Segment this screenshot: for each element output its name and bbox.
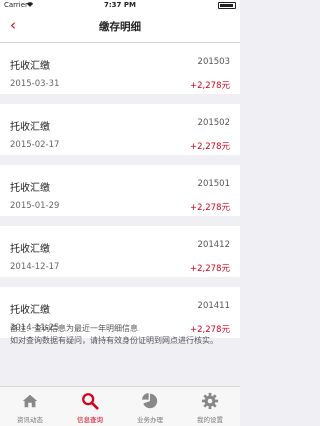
search-icon bbox=[82, 393, 99, 410]
tab-business[interactable]: 业务办理 bbox=[120, 387, 180, 426]
gear-icon bbox=[201, 392, 219, 410]
record-card[interactable]: 托收汇缴 201412 2014-12-17 +2,278元 bbox=[0, 226, 240, 277]
battery-icon bbox=[218, 2, 236, 9]
record-name: 托收汇缴 bbox=[10, 122, 50, 133]
record-name: 托收汇缴 bbox=[10, 244, 50, 255]
note-text: 备注：查询信息为最近一年明细信息 如对查询数据有疑问，请持有效身份证明到网点进行… bbox=[10, 324, 218, 345]
record-amount: +2,278元 bbox=[190, 81, 230, 91]
record-name: 托收汇缴 bbox=[10, 61, 50, 72]
record-period: 201412 bbox=[197, 240, 230, 250]
record-period: 201411 bbox=[197, 301, 230, 311]
record-name: 托收汇缴 bbox=[10, 305, 50, 316]
tab-label: 我的设置 bbox=[197, 416, 223, 424]
record-name: 托收汇缴 bbox=[10, 183, 50, 194]
record-amount: +2,278元 bbox=[190, 142, 230, 152]
pie-chart-icon bbox=[142, 393, 158, 409]
record-date: 2014-12-17 bbox=[10, 262, 60, 272]
tab-settings[interactable]: 我的设置 bbox=[180, 387, 240, 426]
record-period: 201501 bbox=[197, 179, 230, 189]
record-period: 201502 bbox=[197, 118, 230, 128]
tab-bar: 资讯动态 信息查询 业务办理 我的设置 bbox=[0, 386, 240, 426]
record-amount: +2,278元 bbox=[190, 264, 230, 274]
status-bar: Carrier 7:37 PM bbox=[0, 0, 240, 10]
tab-label: 业务办理 bbox=[137, 416, 163, 424]
record-list: 托收汇缴 201503 2015-03-31 +2,278元 托收汇缴 2015… bbox=[0, 43, 240, 348]
record-date: 2015-03-31 bbox=[10, 79, 60, 89]
navigation-bar: ‹ 缴存明细 bbox=[0, 10, 240, 43]
record-period: 201503 bbox=[197, 57, 230, 67]
record-card[interactable]: 托收汇缴 201502 2015-02-17 +2,278元 bbox=[0, 104, 240, 155]
record-date: 2015-02-17 bbox=[10, 140, 60, 150]
record-date: 2015-01-29 bbox=[10, 201, 60, 211]
tab-news[interactable]: 资讯动态 bbox=[0, 387, 60, 426]
page-title: 缴存明细 bbox=[99, 21, 141, 33]
tab-label: 信息查询 bbox=[77, 416, 103, 424]
home-icon bbox=[22, 394, 38, 408]
status-time: 7:37 PM bbox=[104, 1, 136, 9]
record-card[interactable]: 托收汇缴 201501 2015-01-29 +2,278元 bbox=[0, 165, 240, 216]
record-card[interactable]: 托收汇缴 201503 2015-03-31 +2,278元 bbox=[0, 43, 240, 94]
tab-label: 资讯动态 bbox=[17, 416, 43, 424]
tab-query[interactable]: 信息查询 bbox=[60, 387, 120, 426]
record-amount: +2,278元 bbox=[190, 203, 230, 213]
